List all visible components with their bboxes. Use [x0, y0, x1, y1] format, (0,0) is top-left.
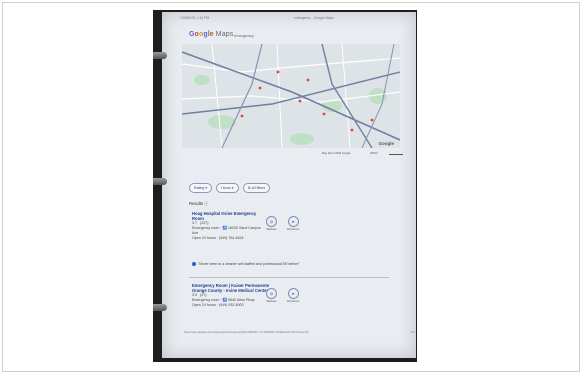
listing-review-snippet: "Never been to a cleaner well staffed an…	[192, 262, 302, 267]
print-header-date: 7/26/2023, 1:11 PM	[180, 16, 210, 20]
binder-ring-icon	[153, 52, 167, 59]
binder-ring-icon	[153, 304, 167, 311]
filter-bar: Rating ▾ Hours ▾ ⚙ All filters	[189, 183, 271, 193]
filter-hours[interactable]: Hours ▾	[216, 183, 239, 193]
map-view[interactable]: Google	[182, 44, 400, 148]
listing-item[interactable]: Emergency Room | Kaiser Permanente Orang…	[192, 283, 272, 308]
logo-maps-word: Maps	[213, 31, 234, 38]
printed-page: 7/26/2023, 1:11 PM emergency - Google Ma…	[162, 12, 416, 358]
listing-hours: Open 24 hours · (949) 932-5000	[192, 303, 244, 307]
filter-all[interactable]: ⚙ All filters	[242, 183, 271, 193]
map-scale-label: 2000 ft	[370, 152, 378, 155]
search-query: emergency	[234, 33, 254, 38]
map-attribution: Map data ©2023 Google	[322, 152, 351, 155]
listing-hours: Open 24 hours · (949) 764-4624	[192, 236, 244, 240]
website-button[interactable]: ◎ Website	[266, 288, 277, 303]
listing-review-count: (227)	[200, 221, 209, 225]
map-scale-bar	[389, 154, 403, 155]
reviewer-avatar-icon	[192, 262, 196, 267]
listing-actions: ◎ Website ➤ Directions	[266, 216, 299, 231]
photo-of-printed-page: 7/26/2023, 1:11 PM emergency - Google Ma…	[153, 10, 417, 362]
listing-item[interactable]: Hoag Hospital Irvine Emergency Room 3.7 …	[192, 211, 264, 241]
directions-button[interactable]: ➤ Directions	[287, 288, 299, 303]
map-google-watermark: Google	[378, 141, 395, 146]
map-graphic	[182, 44, 400, 148]
binder-ring-icon	[153, 178, 167, 185]
google-maps-logo: Google Maps	[189, 31, 233, 38]
globe-icon: ◎	[266, 216, 277, 227]
directions-icon: ➤	[287, 216, 299, 227]
listing-name[interactable]: Hoag Hospital Irvine Emergency Room	[192, 211, 264, 221]
listing-divider	[189, 277, 389, 278]
results-heading: Results ⓘ	[189, 201, 209, 206]
directions-icon: ➤	[287, 288, 299, 299]
listing-detail: Emergency room · ♿ 16200 Sand Canyon Ave	[192, 226, 261, 235]
print-header-title: emergency - Google Maps	[294, 16, 334, 20]
listing-rating: 3.5	[192, 293, 197, 297]
website-button[interactable]: ◎ Website	[266, 216, 277, 231]
listing-review-count: (27)	[200, 293, 207, 297]
globe-icon: ◎	[266, 288, 277, 299]
filter-rating[interactable]: Rating ▾	[189, 183, 213, 193]
listing-actions: ◎ Website ➤ Directions	[266, 288, 299, 303]
listing-rating: 3.7	[192, 221, 197, 225]
listing-name[interactable]: Emergency Room | Kaiser Permanente Orang…	[192, 283, 272, 293]
print-footer-url: https://www.google.com/maps/search/emerg…	[184, 331, 309, 334]
directions-button[interactable]: ➤ Directions	[287, 216, 299, 231]
print-footer-page: 1/4	[411, 331, 415, 334]
